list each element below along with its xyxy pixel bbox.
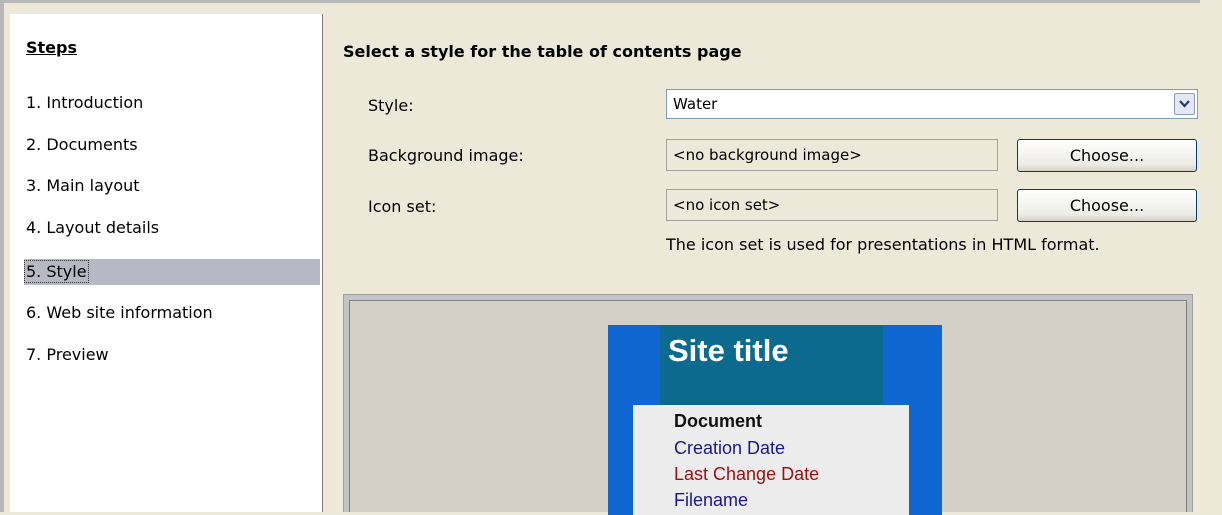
window-border-left	[0, 0, 4, 512]
preview-canvas: Site title Document Creation Date Last C…	[349, 300, 1187, 515]
window-border-gap	[1200, 0, 1222, 3]
style-label: Style:	[368, 96, 414, 115]
preview-last-change-date: Last Change Date	[674, 464, 820, 484]
step-preview[interactable]: 7. Preview	[26, 342, 109, 368]
preview-filename: Filename	[674, 490, 749, 510]
style-select-value: Water	[673, 95, 718, 113]
background-image-field: <no background image>	[666, 139, 998, 171]
step-layout-details[interactable]: 4. Layout details	[26, 215, 159, 241]
style-select[interactable]: Water	[666, 89, 1198, 119]
icon-set-label: Icon set:	[368, 197, 437, 216]
choose-icon-set-button[interactable]: Choose...	[1017, 189, 1197, 222]
background-image-label: Background image:	[368, 146, 524, 165]
steps-title: Steps	[26, 38, 77, 57]
chevron-down-icon[interactable]	[1174, 93, 1195, 115]
step-documents[interactable]: 2. Documents	[26, 132, 138, 158]
step-introduction[interactable]: 1. Introduction	[26, 90, 143, 116]
style-preview: Site title Document Creation Date Last C…	[343, 294, 1193, 515]
icon-set-field: <no icon set>	[666, 189, 998, 221]
preview-document: Document	[674, 411, 763, 431]
icon-set-hint: The icon set is used for presentations i…	[666, 235, 1100, 254]
step-style[interactable]: 5. Style	[24, 259, 320, 285]
preview-site-title: Site title	[668, 333, 789, 368]
step-web-site-information[interactable]: 6. Web site information	[26, 300, 213, 326]
page-title: Select a style for the table of contents…	[343, 42, 742, 61]
choose-background-button[interactable]: Choose...	[1017, 139, 1197, 172]
window-border-top	[0, 0, 1200, 3]
steps-pane: Steps 1. Introduction 2. Documents 3. Ma…	[10, 14, 323, 512]
preview-creation-date: Creation Date	[674, 438, 786, 458]
step-main-layout[interactable]: 3. Main layout	[26, 173, 140, 199]
